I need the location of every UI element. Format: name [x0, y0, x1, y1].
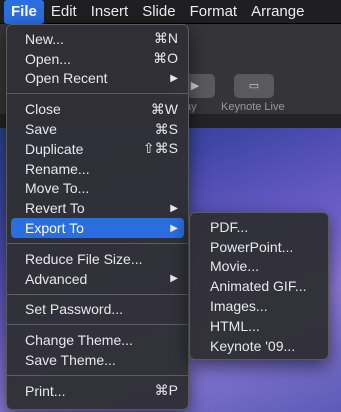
menu-item-label: Set Password... — [25, 301, 124, 318]
menu-item-label: Open... — [25, 50, 71, 67]
menu-item-open[interactable]: Open... ⌘O — [7, 49, 188, 69]
menu-separator — [7, 293, 188, 295]
menu-edit[interactable]: Edit — [44, 0, 84, 24]
export-item-images[interactable]: Images... — [190, 296, 328, 316]
menu-item-save[interactable]: Save ⌘S — [7, 119, 188, 139]
export-item-movie[interactable]: Movie... — [190, 257, 328, 277]
menu-item-set-password[interactable]: Set Password... — [7, 300, 188, 320]
keynote-live-caption: Keynote Live — [221, 101, 285, 113]
menu-item-label: Export To — [25, 220, 84, 237]
menu-item-save-theme[interactable]: Save Theme... — [7, 350, 188, 370]
menu-item-label: Open Recent — [25, 70, 108, 87]
menu-item-open-recent[interactable]: Open Recent ▶ — [7, 69, 188, 89]
shortcut-label: ⌘S — [154, 120, 178, 137]
menu-item-reduce-file-size[interactable]: Reduce File Size... — [7, 249, 188, 269]
file-menu: New... ⌘N Open... ⌘O Open Recent ▶ Close ⌘W Save… — [6, 24, 189, 410]
menu-item-export-to[interactable]: Export To ▶ — [11, 218, 184, 238]
menu-separator — [7, 242, 188, 244]
menu-arrange[interactable]: Arrange — [244, 0, 311, 24]
menu-item-label: Reduce File Size... — [25, 250, 143, 267]
menu-item-label: Change Theme... — [25, 332, 133, 349]
export-item-html[interactable]: HTML... — [190, 316, 328, 336]
submenu-arrow-icon: ▶ — [170, 273, 178, 285]
menu-item-move-to[interactable]: Move To... — [7, 179, 188, 199]
submenu-arrow-icon: ▶ — [170, 202, 178, 214]
shortcut-label: ⌘N — [153, 30, 178, 47]
menu-slide[interactable]: Slide — [135, 0, 182, 24]
menu-file[interactable]: File — [4, 0, 44, 24]
export-item-keynote-09[interactable]: Keynote '09... — [190, 336, 328, 356]
menu-separator — [7, 93, 188, 95]
menu-item-advanced[interactable]: Advanced ▶ — [7, 269, 188, 289]
menu-item-label: Rename... — [25, 160, 90, 177]
submenu-arrow-icon: ▶ — [170, 72, 178, 84]
menu-item-label: Revert To — [25, 200, 85, 217]
shortcut-label: ⌘P — [154, 382, 178, 399]
submenu-arrow-icon: ▶ — [170, 222, 178, 234]
menu-item-label: Close — [25, 101, 61, 118]
shortcut-label: ⌘W — [150, 100, 178, 117]
menu-item-revert-to[interactable]: Revert To ▶ — [7, 198, 188, 218]
menu-item-label: Advanced — [25, 270, 88, 287]
menu-item-duplicate[interactable]: Duplicate ⇧⌘S — [7, 139, 188, 159]
shortcut-label: ⇧⌘S — [142, 140, 178, 157]
menu-bar: File Edit Insert Slide Format Arrange — [0, 0, 341, 24]
menu-item-close[interactable]: Close ⌘W — [7, 99, 188, 119]
menu-separator — [7, 374, 188, 376]
export-item-powerpoint[interactable]: PowerPoint... — [190, 237, 328, 257]
menu-insert[interactable]: Insert — [84, 0, 136, 24]
menu-format[interactable]: Format — [183, 0, 245, 24]
shortcut-label: ⌘O — [153, 50, 178, 67]
menu-item-label: Move To... — [25, 180, 90, 197]
menu-item-label: Duplicate — [25, 140, 84, 157]
keynote-live-button[interactable]: ▭ — [234, 74, 274, 98]
export-item-animated-gif[interactable]: Animated GIF... — [190, 276, 328, 296]
menu-separator — [7, 324, 188, 326]
menu-item-new[interactable]: New... ⌘N — [7, 29, 188, 49]
menu-item-label: New... — [25, 30, 64, 47]
export-item-pdf[interactable]: PDF... — [190, 217, 328, 237]
menu-item-label: Save — [25, 121, 57, 138]
menu-item-label: Save Theme... — [25, 352, 116, 369]
menu-item-change-theme[interactable]: Change Theme... — [7, 330, 188, 350]
menu-item-print[interactable]: Print... ⌘P — [7, 381, 188, 401]
menu-item-label: Print... — [25, 382, 66, 399]
export-to-submenu: PDF... PowerPoint... Movie... Animated GIF.… — [189, 212, 329, 360]
menu-item-rename[interactable]: Rename... — [7, 159, 188, 179]
